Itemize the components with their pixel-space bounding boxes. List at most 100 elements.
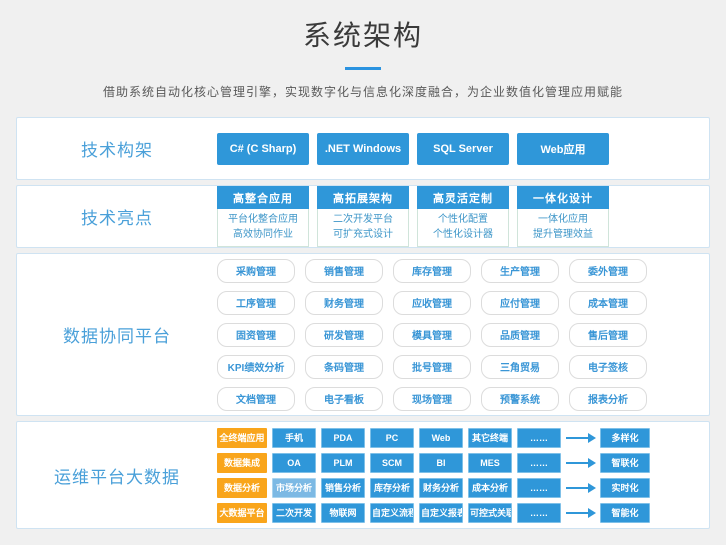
highlight-title: 高整合应用 — [217, 186, 309, 209]
platform-module-button[interactable]: 固资管理 — [217, 323, 295, 347]
highlight-body: 一体化应用 提升管理效益 — [517, 209, 609, 247]
platform-module-button[interactable]: 应收管理 — [393, 291, 471, 315]
bigdata-item-button[interactable]: 手机 — [272, 428, 316, 448]
bigdata-item-button[interactable]: OA — [272, 453, 316, 473]
page-title: 系统架构 — [0, 14, 726, 54]
platform-module-button[interactable]: 批号管理 — [393, 355, 471, 379]
highlight-line: 一体化应用 — [518, 212, 608, 227]
platform-module-button[interactable]: 销售管理 — [305, 259, 383, 283]
bigdata-item-button[interactable]: 可控式关联 — [468, 503, 512, 523]
highlight-card: 高灵活定制 个性化配置 个性化设计器 — [417, 186, 509, 247]
highlight-line: 高效协同作业 — [218, 227, 308, 242]
bigdata-item-button[interactable]: 市场分析 — [272, 478, 316, 498]
bigdata-result-button[interactable]: 智联化 — [600, 453, 650, 473]
highlight-line: 个性化设计器 — [418, 227, 508, 242]
arrow-right-icon — [565, 483, 597, 493]
bigdata-row-platform: 大数据平台 二次开发 物联网 自定义流程 自定义报表 可控式关联 …… 智能化 — [217, 503, 650, 523]
platform-module-button[interactable]: 电子签核 — [569, 355, 647, 379]
bigdata-matrix: 全终端应用 手机 PDA PC Web 其它终端 …… 多样化 数据集成 OA … — [217, 425, 709, 525]
bigdata-item-button[interactable]: 财务分析 — [419, 478, 463, 498]
platform-module-button[interactable]: 工序管理 — [217, 291, 295, 315]
bigdata-item-button[interactable]: …… — [517, 503, 561, 523]
section-bigdata: 运维平台大数据 全终端应用 手机 PDA PC Web 其它终端 …… 多样化 … — [16, 421, 710, 529]
section-label-highlights: 技术亮点 — [17, 204, 217, 229]
platform-grid-row: 固资管理 研发管理 模具管理 品质管理 售后管理 — [217, 323, 657, 347]
bigdata-item-button[interactable]: 自定义流程 — [370, 503, 414, 523]
platform-module-button[interactable]: 品质管理 — [481, 323, 559, 347]
platform-grid-row: KPI绩效分析 条码管理 批号管理 三角贸易 电子签核 — [217, 355, 657, 379]
section-label-data-platform: 数据协同平台 — [17, 322, 217, 347]
bigdata-item-button[interactable]: PDA — [321, 428, 365, 448]
platform-module-button[interactable]: 应付管理 — [481, 291, 559, 315]
bigdata-item-button[interactable]: 成本分析 — [468, 478, 512, 498]
platform-module-button[interactable]: 采购管理 — [217, 259, 295, 283]
bigdata-item-button[interactable]: 物联网 — [321, 503, 365, 523]
highlight-body: 个性化配置 个性化设计器 — [417, 209, 509, 247]
platform-grid-row: 工序管理 财务管理 应收管理 应付管理 成本管理 — [217, 291, 657, 315]
bigdata-category-tag: 数据分析 — [217, 478, 267, 498]
platform-module-button[interactable]: 文档管理 — [217, 387, 295, 411]
platform-module-button[interactable]: 成本管理 — [569, 291, 647, 315]
bigdata-row-terminals: 全终端应用 手机 PDA PC Web 其它终端 …… 多样化 — [217, 428, 650, 448]
bigdata-item-button[interactable]: BI — [419, 453, 463, 473]
section-data-platform: 数据协同平台 采购管理 销售管理 库存管理 生产管理 委外管理 工序管理 财务管… — [16, 253, 710, 416]
bigdata-item-button[interactable]: 销售分析 — [321, 478, 365, 498]
section-label-bigdata: 运维平台大数据 — [17, 463, 217, 488]
platform-module-grid: 采购管理 销售管理 库存管理 生产管理 委外管理 工序管理 财务管理 应收管理 … — [217, 255, 709, 415]
bigdata-item-button[interactable]: 其它终端 — [468, 428, 512, 448]
highlight-line: 个性化配置 — [418, 212, 508, 227]
platform-grid-row: 采购管理 销售管理 库存管理 生产管理 委外管理 — [217, 259, 657, 283]
platform-module-button[interactable]: 现场管理 — [393, 387, 471, 411]
platform-module-button[interactable]: 预警系统 — [481, 387, 559, 411]
platform-grid-row: 文档管理 电子看板 现场管理 预警系统 报表分析 — [217, 387, 657, 411]
platform-module-button[interactable]: 模具管理 — [393, 323, 471, 347]
platform-module-button[interactable]: KPI绩效分析 — [217, 355, 295, 379]
highlight-title: 一体化设计 — [517, 186, 609, 209]
bigdata-result-button[interactable]: 智能化 — [600, 503, 650, 523]
platform-module-button[interactable]: 三角贸易 — [481, 355, 559, 379]
bigdata-item-button[interactable]: Web — [419, 428, 463, 448]
tech-stack-button-csharp[interactable]: C# (C Sharp) — [217, 133, 309, 165]
system-architecture-page: 系统架构 借助系统自动化核心管理引擎，实现数字化与信息化深度融合，为企业数值化管… — [0, 0, 726, 545]
bigdata-category-tag: 全终端应用 — [217, 428, 267, 448]
bigdata-item-button[interactable]: …… — [517, 453, 561, 473]
arrow-right-icon — [565, 433, 597, 443]
bigdata-item-button[interactable]: …… — [517, 478, 561, 498]
tech-stack-button-dotnet[interactable]: .NET Windows — [317, 133, 409, 165]
platform-module-button[interactable]: 财务管理 — [305, 291, 383, 315]
platform-module-button[interactable]: 电子看板 — [305, 387, 383, 411]
tech-stack-button-sqlserver[interactable]: SQL Server — [417, 133, 509, 165]
bigdata-category-tag: 数据集成 — [217, 453, 267, 473]
bigdata-item-button[interactable]: SCM — [370, 453, 414, 473]
bigdata-category-tag: 大数据平台 — [217, 503, 267, 523]
bigdata-item-button[interactable]: PC — [370, 428, 414, 448]
platform-module-button[interactable]: 委外管理 — [569, 259, 647, 283]
highlight-body: 二次开发平台 可扩充式设计 — [317, 209, 409, 247]
platform-module-button[interactable]: 生产管理 — [481, 259, 559, 283]
section-highlights: 技术亮点 高整合应用 平台化整合应用 高效协同作业 高拓展架构 二次开发平台 可… — [16, 185, 710, 248]
bigdata-item-button[interactable]: 二次开发 — [272, 503, 316, 523]
platform-module-button[interactable]: 库存管理 — [393, 259, 471, 283]
platform-module-button[interactable]: 条码管理 — [305, 355, 383, 379]
platform-module-button[interactable]: 售后管理 — [569, 323, 647, 347]
highlight-cards: 高整合应用 平台化整合应用 高效协同作业 高拓展架构 二次开发平台 可扩充式设计… — [217, 186, 709, 247]
bigdata-result-button[interactable]: 实时化 — [600, 478, 650, 498]
bigdata-item-button[interactable]: …… — [517, 428, 561, 448]
bigdata-item-button[interactable]: 库存分析 — [370, 478, 414, 498]
highlight-line: 二次开发平台 — [318, 212, 408, 227]
bigdata-result-button[interactable]: 多样化 — [600, 428, 650, 448]
page-subtitle: 借助系统自动化核心管理引擎，实现数字化与信息化深度融合，为企业数值化管理应用赋能 — [0, 83, 726, 100]
bigdata-item-button[interactable]: PLM — [321, 453, 365, 473]
platform-module-button[interactable]: 研发管理 — [305, 323, 383, 347]
bigdata-item-button[interactable]: 自定义报表 — [419, 503, 463, 523]
arrow-right-icon — [565, 458, 597, 468]
section-tech-stack: 技术构架 C# (C Sharp) .NET Windows SQL Serve… — [16, 117, 710, 180]
highlight-line: 提升管理效益 — [518, 227, 608, 242]
tech-stack-button-web[interactable]: Web应用 — [517, 133, 609, 165]
bigdata-item-button[interactable]: MES — [468, 453, 512, 473]
bigdata-row-analysis: 数据分析 市场分析 销售分析 库存分析 财务分析 成本分析 …… 实时化 — [217, 478, 650, 498]
highlight-title: 高拓展架构 — [317, 186, 409, 209]
platform-module-button[interactable]: 报表分析 — [569, 387, 647, 411]
highlight-body: 平台化整合应用 高效协同作业 — [217, 209, 309, 247]
highlight-line: 可扩充式设计 — [318, 227, 408, 242]
